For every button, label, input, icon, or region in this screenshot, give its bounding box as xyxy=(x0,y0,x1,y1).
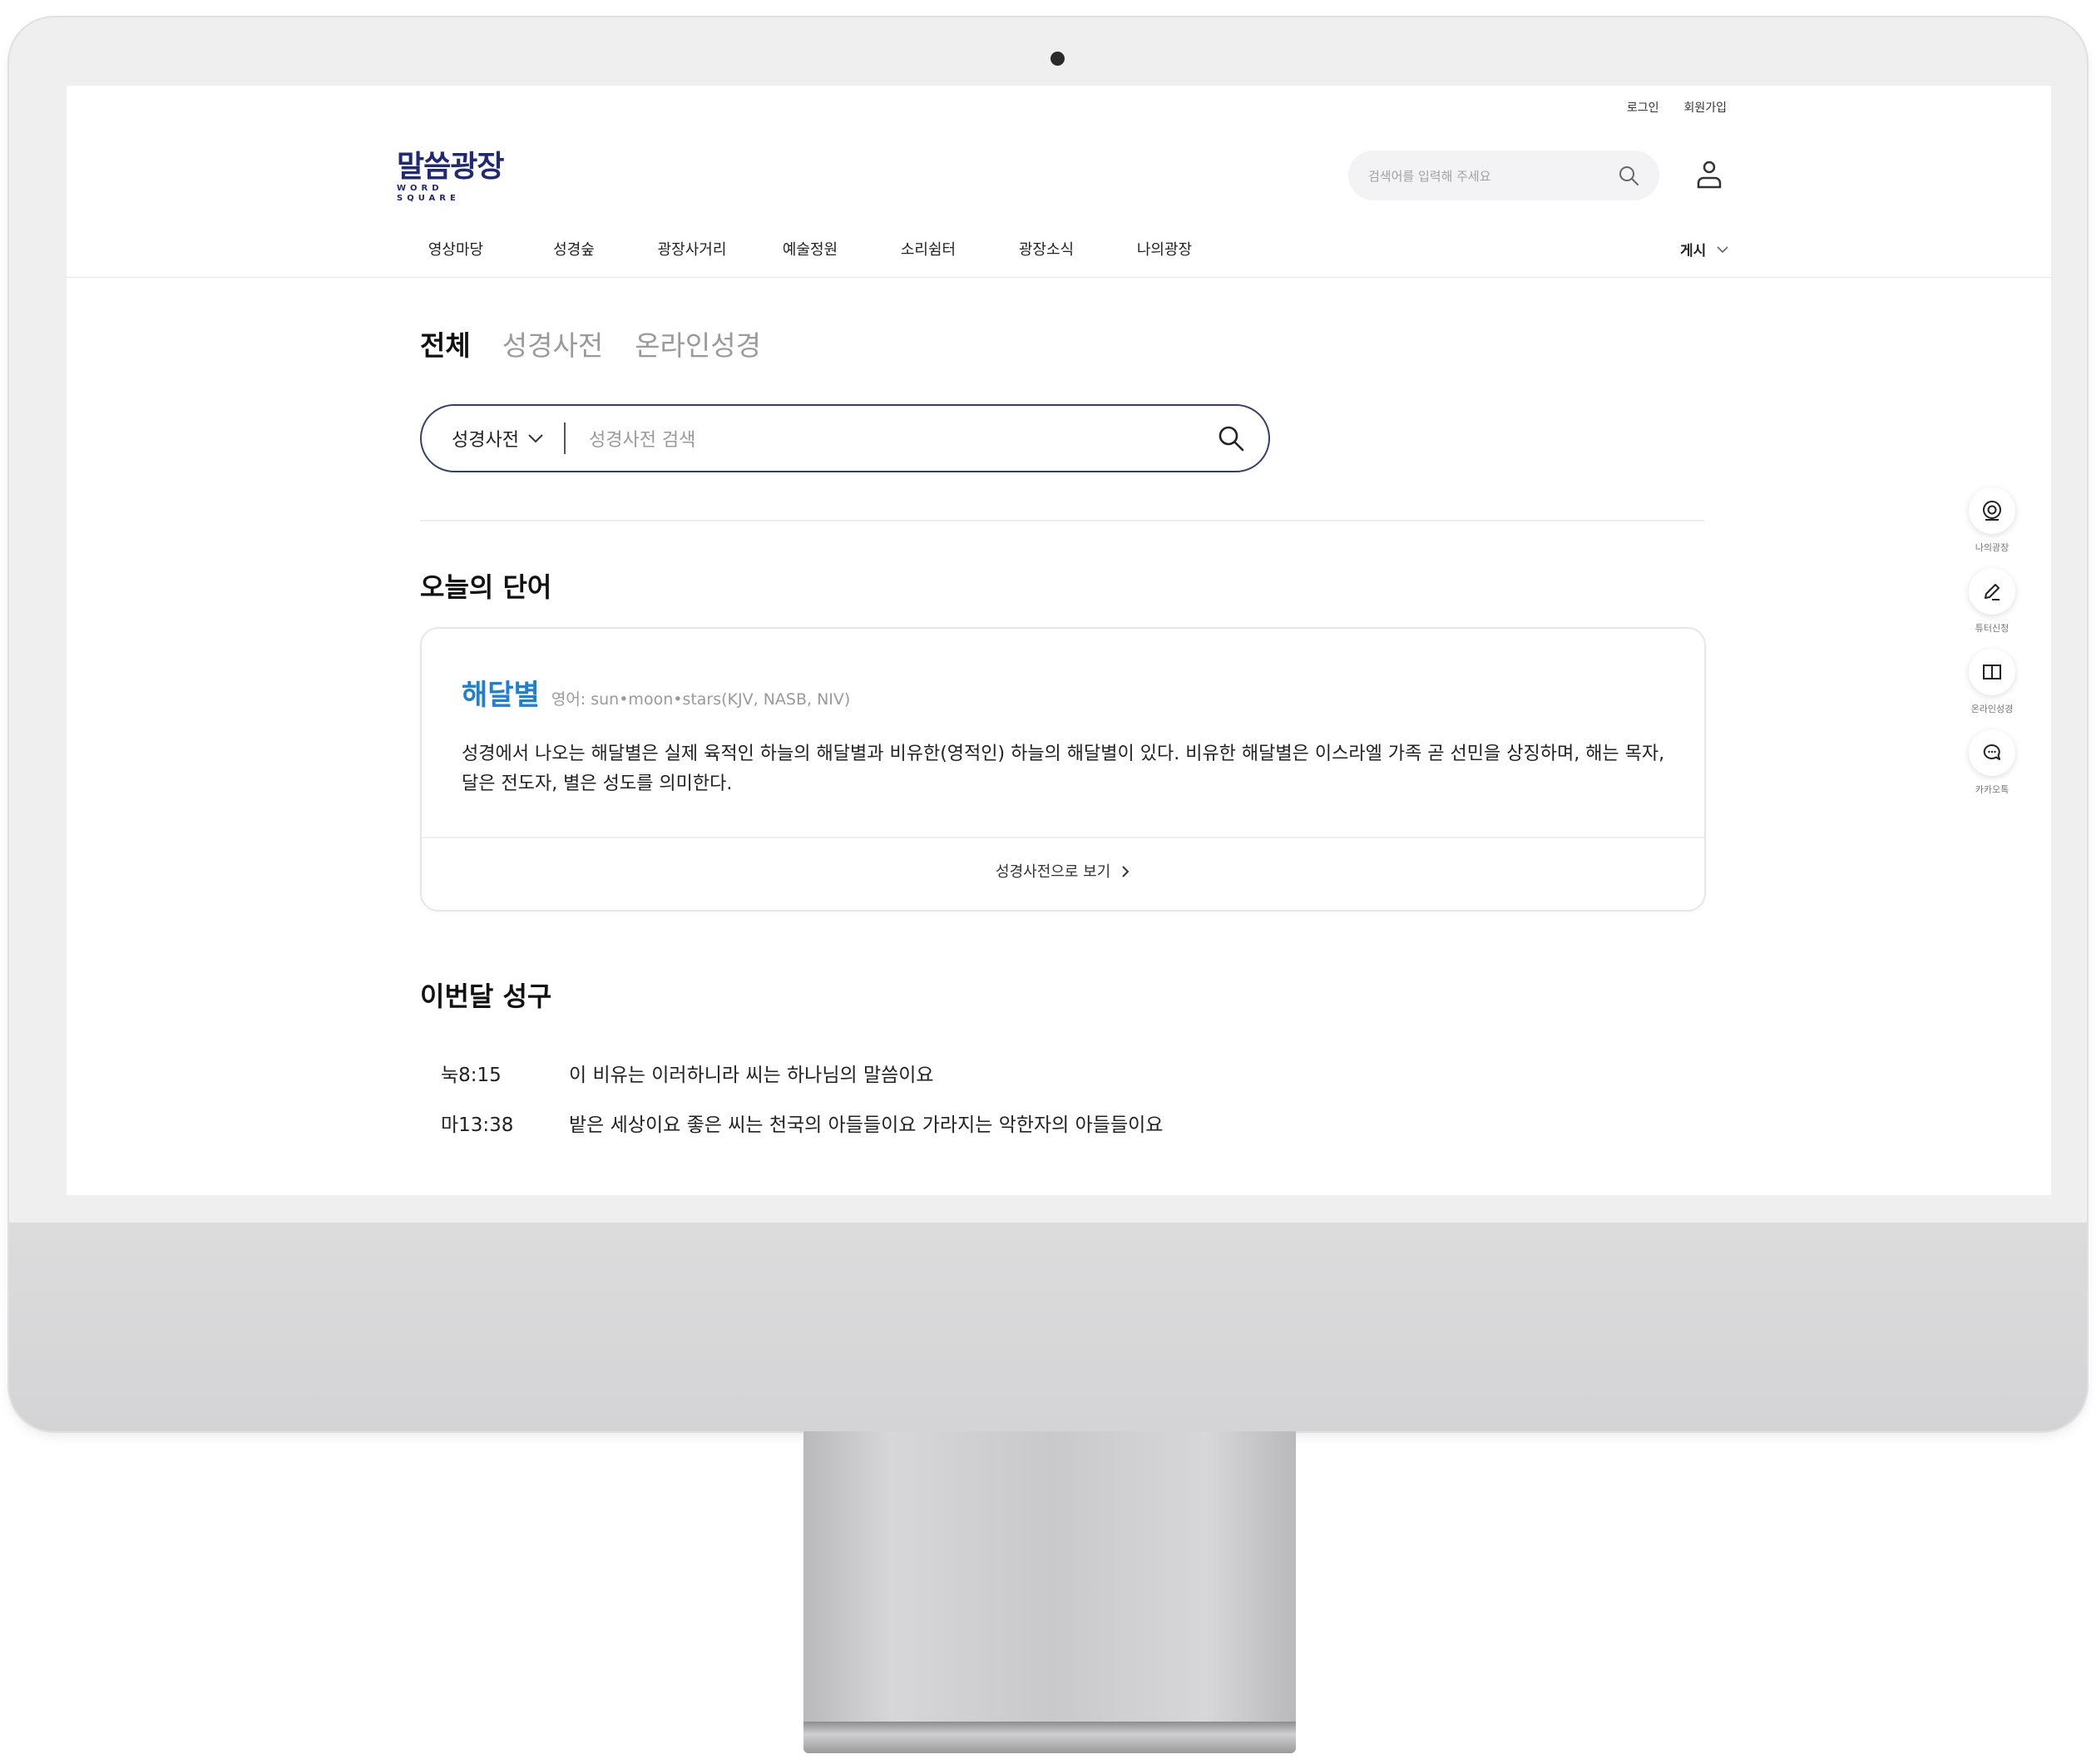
quick-online-bible-button[interactable] xyxy=(1969,649,2015,695)
verse-reference: 마13:38 xyxy=(441,1114,514,1136)
word-english: 영어: sun•moon•stars(KJV, NASB, NIV) xyxy=(551,690,851,709)
verse-text: 밭은 세상이요 좋은 씨는 천국의 아들들이요 가라지는 악한자의 아들들이요 xyxy=(569,1114,1164,1136)
quick-my-square-button[interactable] xyxy=(1969,487,2015,534)
nav-item-my-square[interactable]: 나의광장 xyxy=(1105,238,1223,259)
header-divider xyxy=(67,277,2051,278)
quick-kakaotalk[interactable]: 카카오톡 xyxy=(1955,729,2029,810)
board-dropdown[interactable]: 게시 xyxy=(1680,239,1729,259)
header-search-input[interactable]: 검색어를 입력해 주세요 xyxy=(1368,167,1618,185)
chat-icon xyxy=(1983,744,2000,760)
search-scope-label: 성경사전 xyxy=(452,430,519,451)
browser-screen: 로그인 회원가입 말씀광장 WORD SQUARE 검색어를 입력해 주세요 영… xyxy=(67,86,2051,1195)
today-word-card: 해달별 영어: sun•moon•stars(KJV, NASB, NIV) 성… xyxy=(420,627,1706,912)
word-term: 해달별 xyxy=(462,679,540,712)
word-header: 해달별 영어: sun•moon•stars(KJV, NASB, NIV) xyxy=(462,672,850,713)
quick-online-bible[interactable]: 온라인성경 xyxy=(1955,649,2029,729)
quick-kakaotalk-button[interactable] xyxy=(1969,729,2015,776)
search-divider xyxy=(563,422,566,454)
quick-menu: 나의광장 튜터신청 온라인성경 카카오톡 xyxy=(1955,487,2029,810)
nav-item-bible-forest[interactable]: 성경숲 xyxy=(515,238,633,259)
word-description: 성경에서 나오는 해달별은 실제 육적인 하늘의 해달별과 비유한(영적인) 하… xyxy=(462,744,1665,794)
monitor-frame: 로그인 회원가입 말씀광장 WORD SQUARE 검색어를 입력해 주세요 영… xyxy=(9,17,2087,1431)
tab-online-bible[interactable]: 온라인성경 xyxy=(635,324,761,363)
nav-item-news[interactable]: 광장소식 xyxy=(987,238,1105,259)
dictionary-search-bar: 성경사전 성경사전 검색 xyxy=(420,404,1270,472)
chevron-down-icon xyxy=(528,434,543,443)
list-item[interactable]: 마13:38 밭은 세상이요 좋은 씨는 천국의 아들들이요 가라지는 악한자의… xyxy=(441,1098,1163,1148)
view-dictionary-link[interactable]: 성경사전으로 보기 xyxy=(422,860,1704,882)
monitor-chin xyxy=(9,1223,2087,1431)
nav-item-video[interactable]: 영상마당 xyxy=(397,238,515,259)
view-dictionary-label: 성경사전으로 보기 xyxy=(996,863,1111,881)
site-logo[interactable]: 말씀광장 WORD SQUARE xyxy=(397,151,507,204)
tab-bible-dictionary[interactable]: 성경사전 xyxy=(502,324,603,363)
book-icon xyxy=(1983,665,2001,679)
search-scope-dropdown[interactable]: 성경사전 xyxy=(452,425,544,452)
search-tabs: 전체 성경사전 온라인성경 xyxy=(420,324,761,363)
card-divider xyxy=(422,837,1704,838)
tab-all[interactable]: 전체 xyxy=(420,324,471,363)
monthly-verses-title: 이번달 성구 xyxy=(420,981,552,1012)
logo-korean: 말씀광장 xyxy=(397,150,504,184)
dictionary-search-input[interactable]: 성경사전 검색 xyxy=(589,425,1217,452)
utility-links: 로그인 회원가입 xyxy=(1627,99,1727,116)
signup-link[interactable]: 회원가입 xyxy=(1683,99,1727,116)
user-icon[interactable] xyxy=(1694,159,1724,192)
today-word-title: 오늘의 단어 xyxy=(420,571,552,603)
quick-label: 온라인성경 xyxy=(1970,704,2014,714)
quick-label: 튜터신청 xyxy=(1975,623,2009,634)
board-dropdown-label: 게시 xyxy=(1680,243,1707,259)
logo-english: WORD SQUARE xyxy=(397,184,460,203)
chevron-down-icon xyxy=(1717,245,1728,253)
login-link[interactable]: 로그인 xyxy=(1627,99,1659,116)
nav-item-crossroads[interactable]: 광장사거리 xyxy=(633,238,751,259)
chevron-right-icon xyxy=(1122,866,1130,877)
quick-my-square[interactable]: 나의광장 xyxy=(1955,487,2029,568)
nav-item-art-garden[interactable]: 예술정원 xyxy=(751,238,869,259)
quick-label: 나의광장 xyxy=(1975,542,2009,553)
verse-text: 이 비유는 이러하니라 씨는 하나님의 말씀이요 xyxy=(569,1065,934,1086)
my-square-icon xyxy=(1983,501,2001,521)
main-navigation: 영상마당 성경숲 광장사거리 예술정원 소리쉼터 광장소식 나의광장 xyxy=(397,238,1223,259)
header-search-field[interactable]: 검색어를 입력해 주세요 xyxy=(1348,151,1659,200)
pen-icon xyxy=(1985,584,2000,600)
monitor-stand xyxy=(803,1431,1296,1735)
list-item[interactable]: 눅8:15 이 비유는 이러하니라 씨는 하나님의 말씀이요 xyxy=(441,1048,1163,1098)
quick-label: 카카오톡 xyxy=(1975,784,2009,795)
section-divider xyxy=(420,520,1704,521)
search-icon[interactable] xyxy=(1618,165,1639,186)
verse-reference: 눅8:15 xyxy=(441,1065,502,1086)
monitor-stand-foot xyxy=(803,1722,1296,1753)
quick-tutor[interactable]: 튜터신청 xyxy=(1955,568,2029,649)
camera-dot xyxy=(1050,52,1065,66)
monthly-verses-list: 눅8:15 이 비유는 이러하니라 씨는 하나님의 말씀이요 마13:38 밭은… xyxy=(441,1048,1163,1148)
nav-item-sound-rest[interactable]: 소리쉼터 xyxy=(869,238,987,259)
quick-tutor-button[interactable] xyxy=(1969,568,2015,615)
search-icon[interactable] xyxy=(1217,424,1245,452)
